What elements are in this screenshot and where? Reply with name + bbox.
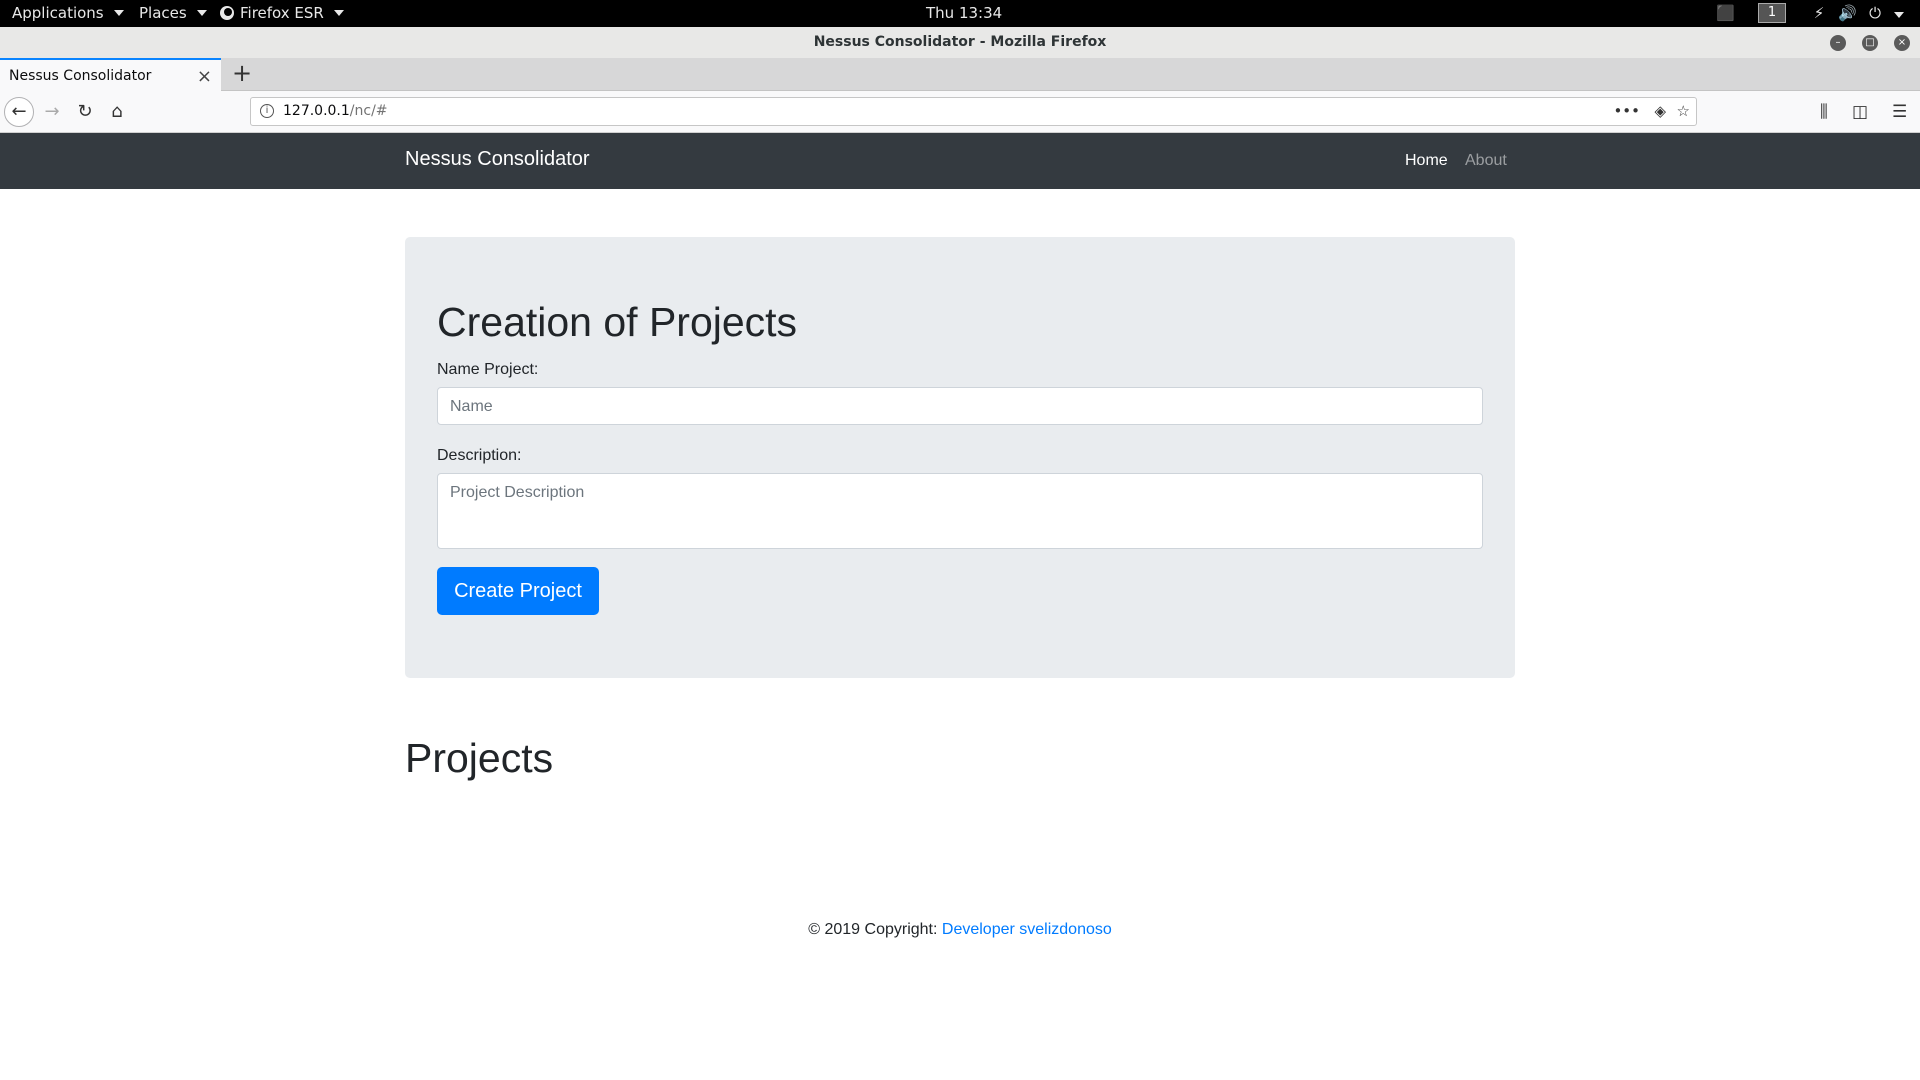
developer-link[interactable]: Developer svelizdonoso bbox=[942, 921, 1112, 938]
network-icon[interactable]: ⚡ bbox=[1810, 4, 1828, 22]
projects-heading: Projects bbox=[405, 735, 554, 781]
name-label: Name Project: bbox=[437, 361, 539, 378]
close-icon[interactable]: × bbox=[1894, 35, 1910, 51]
close-tab-icon[interactable]: × bbox=[197, 66, 212, 87]
browser-label: Firefox ESR bbox=[240, 4, 324, 22]
reload-button[interactable]: ↻ bbox=[71, 98, 99, 126]
home-button[interactable]: ⌂ bbox=[103, 98, 131, 126]
applications-label: Applications bbox=[12, 4, 104, 22]
description-label: Description: bbox=[437, 447, 522, 464]
applications-menu[interactable]: Applications bbox=[12, 4, 124, 22]
sidebar-icon[interactable]: ◫ bbox=[1852, 102, 1868, 122]
page-actions-icon[interactable]: ••• bbox=[1613, 102, 1640, 120]
url-text: 127.0.0.1/nc/# bbox=[283, 103, 388, 119]
firefox-icon bbox=[220, 6, 234, 20]
window-title-bar: Nessus Consolidator - Mozilla Firefox bbox=[0, 27, 1920, 58]
project-name-input[interactable]: Name bbox=[437, 387, 1483, 425]
pocket-icon[interactable]: ◈ bbox=[1654, 102, 1666, 120]
chevron-down-icon bbox=[113, 10, 124, 16]
nav-home-link[interactable]: Home bbox=[1405, 152, 1448, 170]
tab-title: Nessus Consolidator bbox=[9, 68, 152, 84]
volume-icon[interactable]: 🔊 bbox=[1838, 4, 1857, 22]
camera-icon[interactable]: ⬛ bbox=[1716, 4, 1735, 22]
places-menu[interactable]: Places bbox=[139, 4, 207, 22]
brand-link[interactable]: Nessus Consolidator bbox=[405, 148, 590, 171]
create-project-button[interactable]: Create Project bbox=[437, 567, 599, 615]
bookmark-star-icon[interactable]: ☆ bbox=[1677, 102, 1690, 120]
form-heading: Creation of Projects bbox=[437, 299, 798, 345]
browser-toolbar: ← → ↻ ⌂ i 127.0.0.1/nc/# ••• ◈ ☆ ⫼ ◫ ☰ bbox=[0, 91, 1920, 133]
maximize-icon[interactable]: □ bbox=[1862, 35, 1878, 51]
tab-strip: Nessus Consolidator × + bbox=[0, 58, 1920, 91]
web-page: Nessus Consolidator Home About Creation … bbox=[0, 133, 1920, 1080]
forward-button[interactable]: → bbox=[38, 98, 66, 126]
site-info-icon[interactable]: i bbox=[260, 104, 274, 118]
clock-label: Thu 13:34 bbox=[926, 4, 1003, 22]
chevron-down-icon[interactable] bbox=[1890, 4, 1908, 22]
copyright-text: © 2019 Copyright: bbox=[808, 921, 938, 938]
footer: © 2019 Copyright: Developer svelizdonoso bbox=[0, 921, 1920, 939]
chevron-down-icon bbox=[333, 10, 344, 16]
menu-icon[interactable]: ☰ bbox=[1892, 102, 1907, 122]
back-button[interactable]: ← bbox=[4, 97, 34, 127]
chevron-down-icon bbox=[196, 10, 207, 16]
tab-nessus-consolidator[interactable]: Nessus Consolidator × bbox=[0, 58, 221, 91]
system-top-bar: Applications Places Firefox ESR Thu 13:3… bbox=[0, 0, 1920, 27]
clock[interactable]: Thu 13:34 bbox=[926, 4, 1002, 22]
url-host: 127.0.0.1 bbox=[283, 103, 350, 119]
new-tab-button[interactable]: + bbox=[232, 61, 252, 85]
nav-about-link[interactable]: About bbox=[1465, 152, 1507, 170]
app-navbar: Nessus Consolidator Home About bbox=[0, 133, 1920, 189]
minimize-icon[interactable]: – bbox=[1830, 35, 1846, 51]
workspace-indicator[interactable]: 1 bbox=[1758, 3, 1786, 23]
power-icon[interactable]: ⏻ bbox=[1866, 4, 1884, 22]
url-bar[interactable]: i 127.0.0.1/nc/# ••• ◈ ☆ bbox=[250, 97, 1697, 126]
project-description-textarea[interactable]: Project Description bbox=[437, 473, 1483, 549]
firefox-app-menu[interactable]: Firefox ESR bbox=[220, 4, 344, 22]
library-icon[interactable]: ⫼ bbox=[1820, 102, 1828, 122]
window-title: Nessus Consolidator - Mozilla Firefox bbox=[813, 34, 1107, 50]
places-label: Places bbox=[139, 4, 187, 22]
project-form-panel: Creation of Projects Name Project: Name … bbox=[405, 237, 1515, 678]
url-path: /nc/# bbox=[349, 103, 388, 119]
